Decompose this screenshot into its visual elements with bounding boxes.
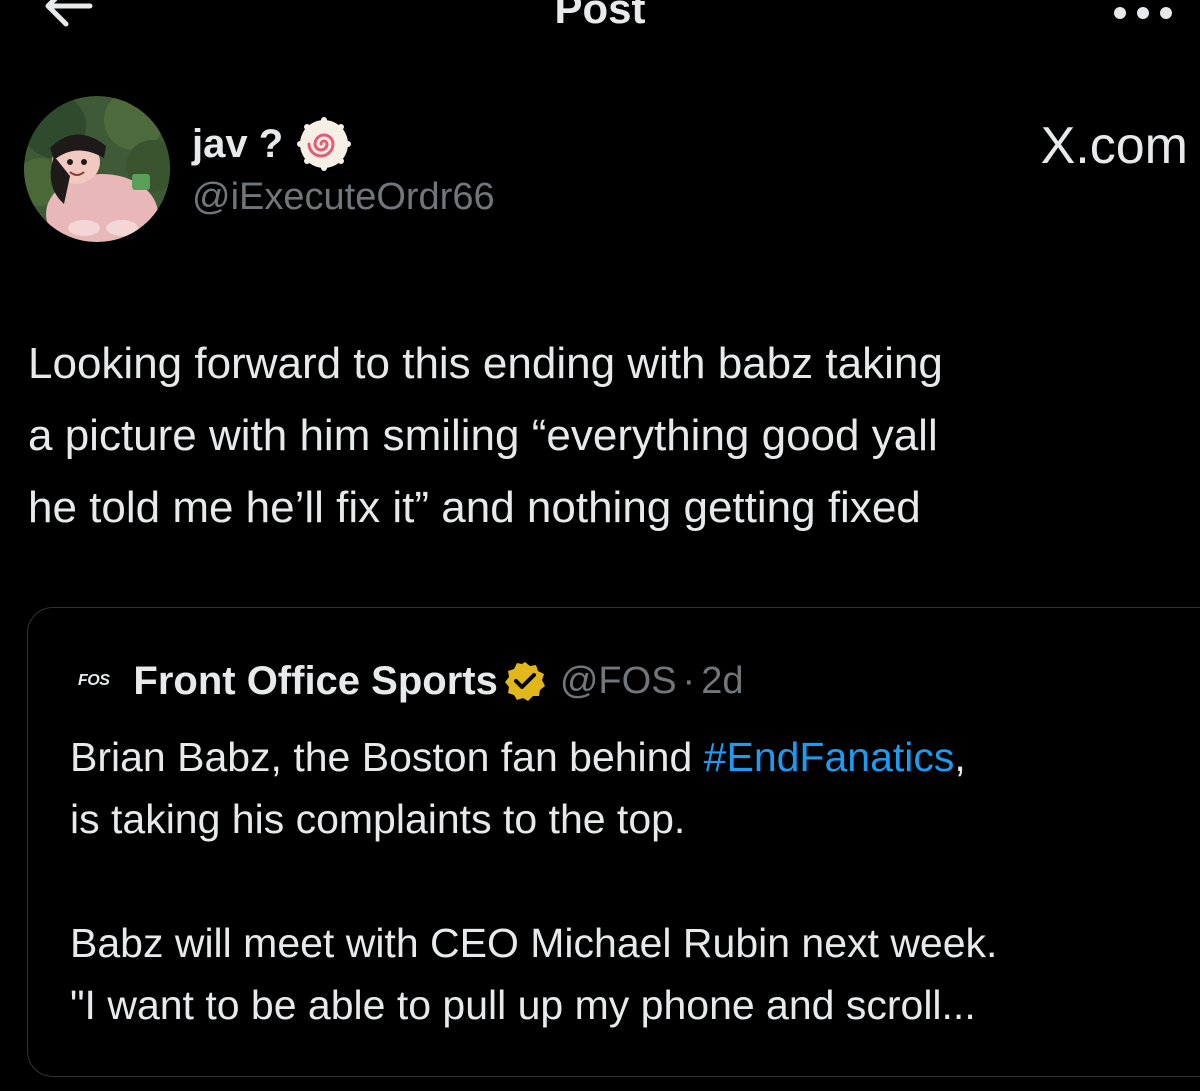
- quoted-author-handle: @FOS: [559, 659, 677, 702]
- tweet-line: Looking forward to this ending with babz…: [28, 339, 943, 388]
- page-title: Post: [554, 0, 646, 32]
- quote-line-text: ,: [954, 734, 966, 780]
- quoted-post-text: Brian Babz, the Boston fan behind #EndFa…: [70, 726, 1190, 1036]
- quoted-post-card[interactable]: FOS Front Office Sports @FOS · 2d Brian …: [27, 607, 1200, 1077]
- more-horizontal-icon[interactable]: [1110, 0, 1176, 26]
- verified-gold-badge-icon: [504, 662, 545, 701]
- quote-line: "I want to be able to pull up my phone a…: [70, 982, 976, 1028]
- author-name-row: jav ?: [192, 116, 352, 172]
- hashtag-link[interactable]: #EndFanatics: [704, 734, 955, 780]
- tweet-text: Looking forward to this ending with babz…: [28, 328, 1188, 544]
- avatar[interactable]: [24, 96, 170, 242]
- site-label: X.com: [1040, 117, 1188, 175]
- quote-line: is taking his complaints to the top.: [70, 796, 686, 842]
- tweet-line: he told me he’ll fix it” and nothing get…: [28, 483, 921, 532]
- tweet-line: a picture with him smiling “everything g…: [28, 411, 938, 460]
- top-bar: Post: [0, 0, 1200, 40]
- quote-line: Brian Babz, the Boston fan behind #EndFa…: [70, 726, 1190, 788]
- quoted-post-time: 2d: [701, 659, 744, 702]
- quoted-author-name: Front Office Sports: [133, 658, 498, 703]
- separator-dot: ·: [682, 659, 696, 702]
- quoted-post-header: FOS Front Office Sports @FOS · 2d: [78, 652, 743, 710]
- fos-logo: FOS: [78, 672, 110, 689]
- narutomaki-swirl-icon: [297, 117, 352, 171]
- author-display-name[interactable]: jav ?: [192, 122, 283, 167]
- quote-line-text: Brian Babz, the Boston fan behind: [70, 734, 704, 780]
- author-username[interactable]: @iExecuteOrdr66: [192, 176, 495, 219]
- quote-line: Babz will meet with CEO Michael Rubin ne…: [70, 920, 998, 966]
